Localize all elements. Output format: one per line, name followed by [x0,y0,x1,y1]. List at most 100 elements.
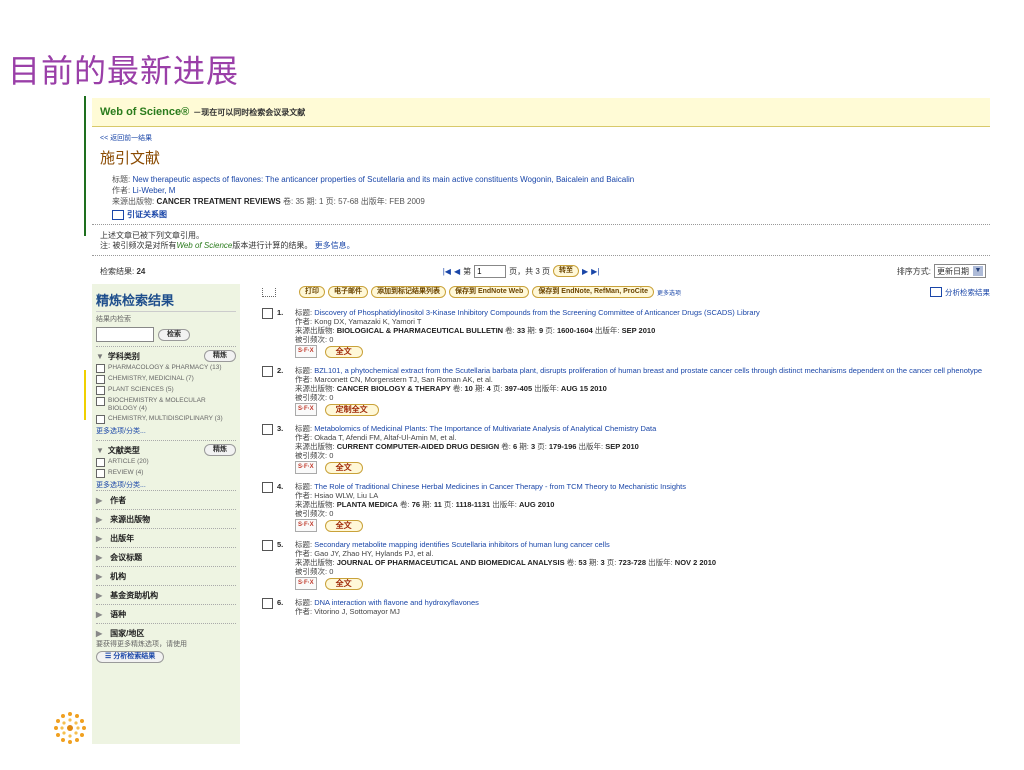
save-endnote-web-button[interactable]: 保存到 EndNote Web [449,286,530,298]
facet-collapsed[interactable]: ▶ 出版年 [96,528,236,547]
expanded-arrow-icon[interactable]: ▼ [96,352,104,361]
record-checkbox[interactable] [262,540,273,551]
facet-option[interactable]: CHEMISTRY, MEDICINAL (7) [96,375,236,384]
fulltext-button[interactable]: 全文 [324,461,363,474]
source-detail: 卷: 35 期: 1 页: 57-68 出版年: FEB 2009 [283,197,425,206]
title-label: 标题: [295,424,313,433]
fulltext-button[interactable]: 全文 [324,345,363,358]
facet-collapsed[interactable]: ▶ 国家/地区 [96,623,236,639]
fulltext-button[interactable]: 定制全文 [324,403,379,416]
more-options-link[interactable]: 更多选项/分类... [96,480,236,490]
record-title-link[interactable]: Secondary metabolite mapping identifies … [314,540,610,549]
facet-subject-label: 学科类别 [107,351,140,361]
facet-label: 语种 [110,610,127,619]
page-input[interactable] [474,264,507,278]
checkbox[interactable] [96,415,105,424]
year-label: 出版年: [594,326,620,335]
issue-label: 期: [422,500,432,509]
refine-button[interactable]: 精炼 [204,350,236,362]
record-title-link[interactable]: Metabolomics of Medicinal Plants: The Im… [314,424,656,433]
checkbox[interactable] [96,386,105,395]
next-page-icon[interactable]: ▶ [582,267,588,276]
pages-label: 页: [537,442,547,451]
select-all-icon[interactable] [262,287,276,297]
record-title-link[interactable]: The Role of Traditional Chinese Herbal M… [314,482,686,491]
title-label: 标题: [295,598,313,607]
sfx-button[interactable]: S·F·X [295,577,317,590]
analyze-link[interactable]: 分析检索结果 [930,287,990,298]
first-page-icon[interactable]: |◀ [443,267,451,276]
citation-map-link[interactable]: 引证关系图 [112,209,990,220]
facet-option[interactable]: PLANT SCIENCES (5) [96,386,236,395]
record-authors: Marconett CN, Morgenstern TJ, San Roman … [314,375,493,384]
prev-page-icon[interactable]: ◀ [454,267,460,276]
sfx-button[interactable]: S·F·X [295,345,317,358]
refine-button[interactable]: 精炼 [204,444,236,456]
record-cited: 0 [329,393,334,402]
record-number: 3. [277,424,284,433]
record-checkbox[interactable] [262,308,273,319]
checkbox[interactable] [96,375,105,384]
record-checkbox[interactable] [262,598,273,609]
facet-option[interactable]: PHARMACOLOGY & PHARMACY (13) [96,364,236,373]
more-options-link[interactable]: 更多选项 [657,288,681,297]
record-title-link[interactable]: Discovery of Phosphatidylinositol 3-Kina… [314,308,760,317]
email-button[interactable]: 电子邮件 [328,286,368,298]
fulltext-button[interactable]: 全文 [324,577,363,590]
source-author-link[interactable]: Li-Weber, M [132,186,175,195]
sort-select[interactable]: 更新日期 ▼ [933,264,986,278]
sfx-button[interactable]: S·F·X [295,403,317,416]
facet-collapsed[interactable]: ▶ 作者 [96,490,236,509]
facet-label: 作者 [110,496,127,505]
record-authors: Vitorino J, Sottomayor MJ [314,607,400,616]
record-source: JOURNAL OF PHARMACEUTICAL AND BIOMEDICAL… [336,558,565,567]
checkbox[interactable] [96,458,105,467]
add-marked-button[interactable]: 添加到标记结果列表 [371,286,446,298]
source-title-link[interactable]: New therapeutic aspects of flavones: The… [132,175,634,184]
facet-collapsed[interactable]: ▶ 机构 [96,566,236,585]
analyze-results-button[interactable]: ☰ 分析检索结果 [96,651,165,663]
cited-label: 被引频次: [295,393,328,402]
record-checkbox[interactable] [262,366,273,377]
facet-option[interactable]: CHEMISTRY, MULTIDISCIPLINARY (3) [96,415,236,424]
more-options-link[interactable]: 更多选项/分类... [96,426,236,436]
record-checkbox[interactable] [262,424,273,435]
record-title-link[interactable]: BZL101, a phytochemical extract from the… [314,366,982,375]
checkbox[interactable] [96,397,105,406]
facet-collapsed[interactable]: ▶ 会议标题 [96,547,236,566]
wos-brand[interactable]: Web of Science® [100,106,189,118]
within-search-button[interactable]: 检索 [158,328,190,341]
sfx-button[interactable]: S·F·X [295,461,317,474]
year-label: 出版年: [492,500,517,509]
facet-option[interactable]: BIOCHEMISTRY & MOLECULAR BIOLOGY (4) [96,397,236,413]
facet-collapsed[interactable]: ▶ 基金资助机构 [96,585,236,604]
accent-bar [84,96,86,236]
record-volume: 53 [578,558,587,567]
go-button[interactable]: 转至 [553,265,580,277]
back-link[interactable]: << 返回前一结果 [100,133,990,143]
print-button[interactable]: 打印 [299,286,325,298]
last-page-icon[interactable]: ▶| [591,267,599,276]
within-search-input[interactable] [96,327,154,342]
record-pages: 723-728 [618,558,647,567]
record-volume: 33 [516,326,526,335]
save-endnote-button[interactable]: 保存到 EndNote, RefMan, ProCite [532,286,655,298]
record-title-link[interactable]: DNA interaction with flavone and hydroxy… [314,598,479,607]
facet-option[interactable]: ARTICLE (20) [96,458,236,467]
facet-option[interactable]: REVIEW (4) [96,469,236,478]
checkbox[interactable] [96,469,105,478]
more-info-link[interactable]: 更多信息。 [315,241,355,250]
analyze-link-label: 分析检索结果 [945,287,990,297]
checkbox[interactable] [96,364,105,373]
expanded-arrow-icon[interactable]: ▼ [96,446,104,455]
sort-value: 更新日期 [936,266,969,276]
facet-collapsed[interactable]: ▶ 来源出版物 [96,509,236,528]
fulltext-button[interactable]: 全文 [324,519,363,532]
record-year: AUG 15 2010 [560,384,607,393]
record-pages: 179-196 [548,442,577,451]
facet-collapsed[interactable]: ▶ 语种 [96,604,236,623]
sfx-button[interactable]: S·F·X [295,519,317,532]
record-authors: Kong DX, Yamazaki K, Yamori T [314,317,422,326]
record-checkbox[interactable] [262,482,273,493]
notice-post: 版本进行计算的结果。 [232,241,313,250]
